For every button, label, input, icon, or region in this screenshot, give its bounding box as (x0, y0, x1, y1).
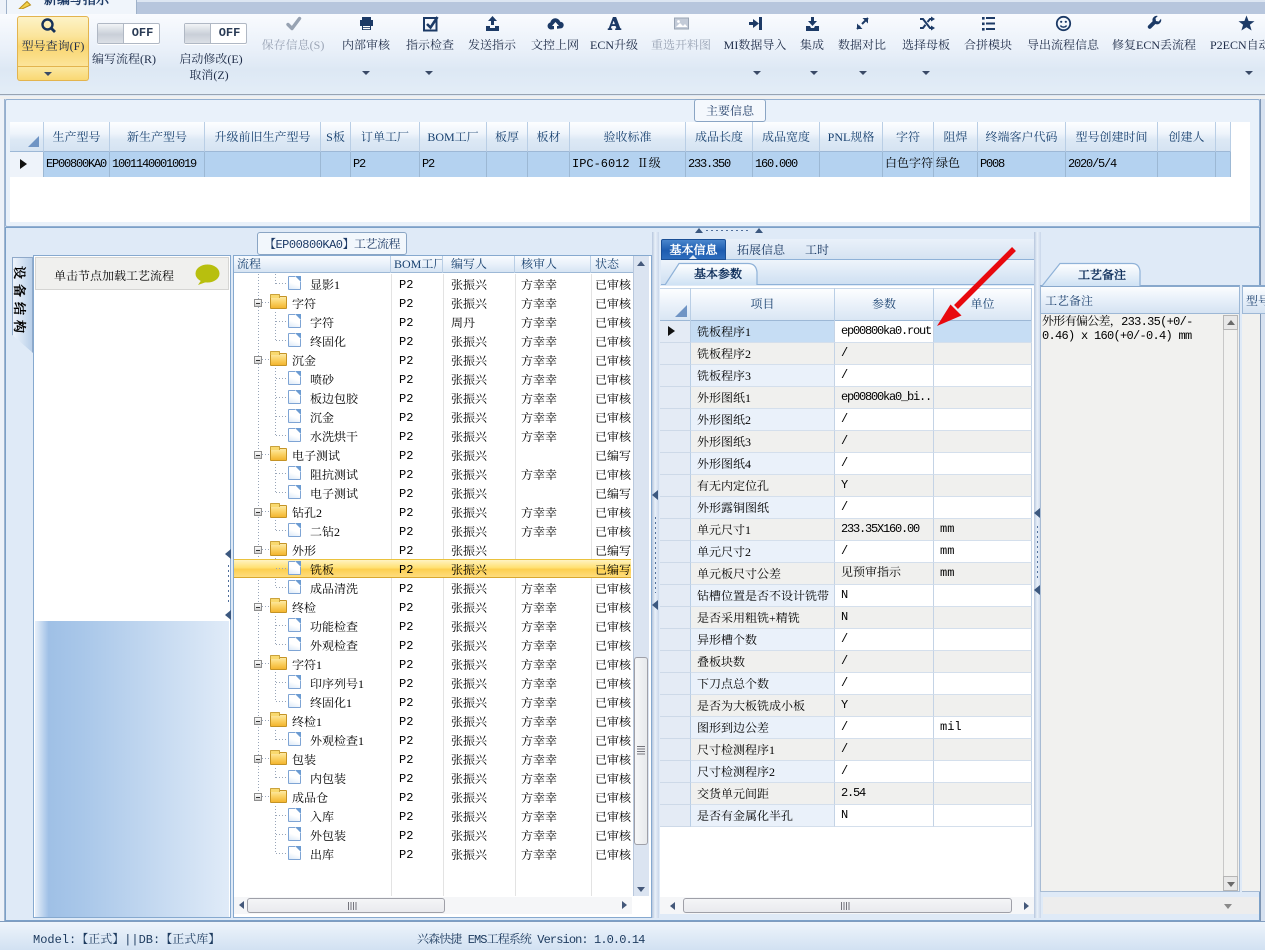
svg-text:A: A (608, 15, 621, 32)
